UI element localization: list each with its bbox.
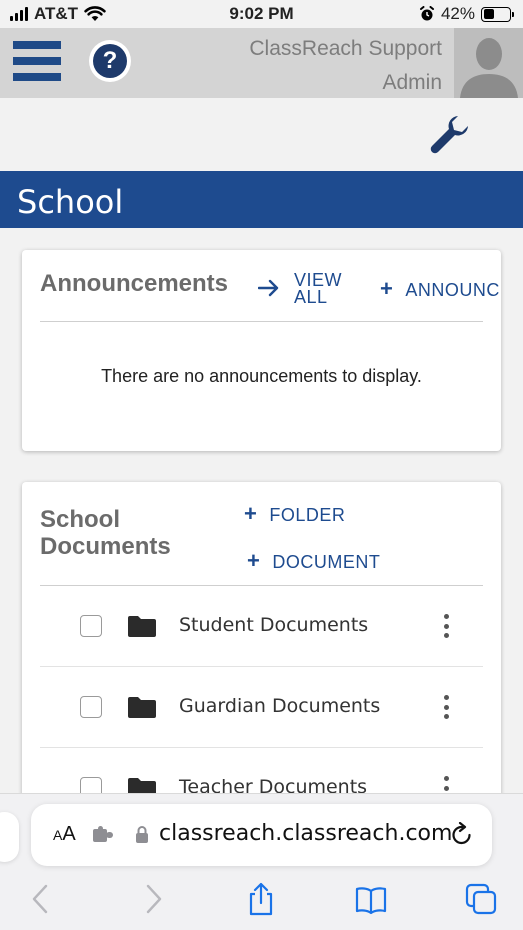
battery-icon bbox=[481, 6, 514, 22]
alarm-icon bbox=[419, 6, 434, 21]
more-options-icon[interactable] bbox=[443, 614, 449, 638]
plus-icon: + bbox=[244, 501, 258, 526]
row-checkbox[interactable] bbox=[80, 615, 102, 637]
view-all-link[interactable]: VIEW ALL bbox=[258, 270, 346, 307]
app-header: ? ClassReach Support Admin bbox=[0, 28, 523, 98]
reload-icon[interactable] bbox=[450, 822, 474, 848]
documents-title: School Documents bbox=[40, 506, 171, 560]
row-checkbox[interactable] bbox=[80, 696, 102, 718]
extension-icon[interactable] bbox=[92, 826, 114, 844]
toolbar-row bbox=[0, 98, 523, 171]
announcements-empty-message: There are no announcements to display. bbox=[101, 366, 422, 386]
document-name[interactable]: Guardian Documents bbox=[179, 695, 380, 717]
user-role: Admin bbox=[382, 71, 442, 94]
folder-icon bbox=[128, 697, 156, 718]
add-folder-button[interactable]: + FOLDER bbox=[244, 501, 346, 526]
tabs-icon[interactable] bbox=[464, 882, 498, 916]
help-icon: ? bbox=[93, 44, 127, 78]
previous-tab-preview[interactable] bbox=[0, 812, 19, 862]
announcements-divider bbox=[40, 321, 483, 322]
avatar-icon[interactable] bbox=[454, 28, 523, 98]
lock-icon bbox=[136, 826, 148, 843]
announcements-title: Announcements bbox=[40, 270, 229, 297]
folder-icon bbox=[128, 616, 156, 637]
battery-percent: 42% bbox=[440, 4, 475, 23]
arrow-right-icon bbox=[258, 279, 279, 297]
document-name[interactable]: Student Documents bbox=[179, 614, 368, 636]
add-document-label: DOCUMENT bbox=[272, 552, 381, 572]
share-icon[interactable] bbox=[244, 882, 278, 916]
plus-icon: + bbox=[247, 548, 261, 573]
document-row[interactable]: Guardian Documents bbox=[40, 667, 483, 748]
add-document-button[interactable]: + DOCUMENT bbox=[247, 548, 381, 573]
status-right: 42% bbox=[419, 4, 514, 24]
add-announcement-button[interactable]: + ANNOUNCEMENT bbox=[380, 276, 501, 301]
wrench-icon[interactable] bbox=[428, 112, 472, 156]
browser-nav bbox=[0, 880, 523, 920]
user-info[interactable]: ClassReach Support Admin bbox=[249, 32, 442, 100]
announcements-card: Announcements VIEW ALL + ANNOUNCEMENT Th… bbox=[22, 250, 501, 451]
user-name: ClassReach Support bbox=[249, 37, 442, 60]
forward-icon[interactable] bbox=[136, 882, 170, 916]
help-button[interactable]: ? bbox=[89, 40, 131, 82]
view-all-label: VIEW ALL bbox=[294, 270, 343, 307]
add-folder-label: FOLDER bbox=[269, 505, 346, 525]
address-bar[interactable]: AA classreach.classreach.com bbox=[31, 804, 492, 866]
page-title: School bbox=[17, 183, 124, 221]
battery-fill bbox=[483, 9, 494, 19]
browser-toolbar: AA classreach.classreach.com bbox=[0, 793, 523, 930]
plus-icon: + bbox=[380, 276, 394, 301]
menu-icon[interactable] bbox=[13, 41, 61, 81]
bookmarks-icon[interactable] bbox=[354, 882, 388, 916]
back-icon[interactable] bbox=[24, 882, 58, 916]
text-size-button[interactable]: AA bbox=[53, 823, 76, 846]
page-title-bar: School bbox=[0, 171, 523, 228]
url-text[interactable]: classreach.classreach.com bbox=[159, 821, 452, 846]
add-announcement-label: ANNOUNCEMENT bbox=[405, 280, 501, 300]
status-bar: AT&T 9:02 PM 42% bbox=[0, 0, 523, 28]
document-row[interactable]: Student Documents bbox=[40, 586, 483, 667]
documents-card: School Documents + FOLDER + DOCUMENT Stu… bbox=[22, 482, 501, 812]
more-options-icon[interactable] bbox=[443, 695, 449, 719]
